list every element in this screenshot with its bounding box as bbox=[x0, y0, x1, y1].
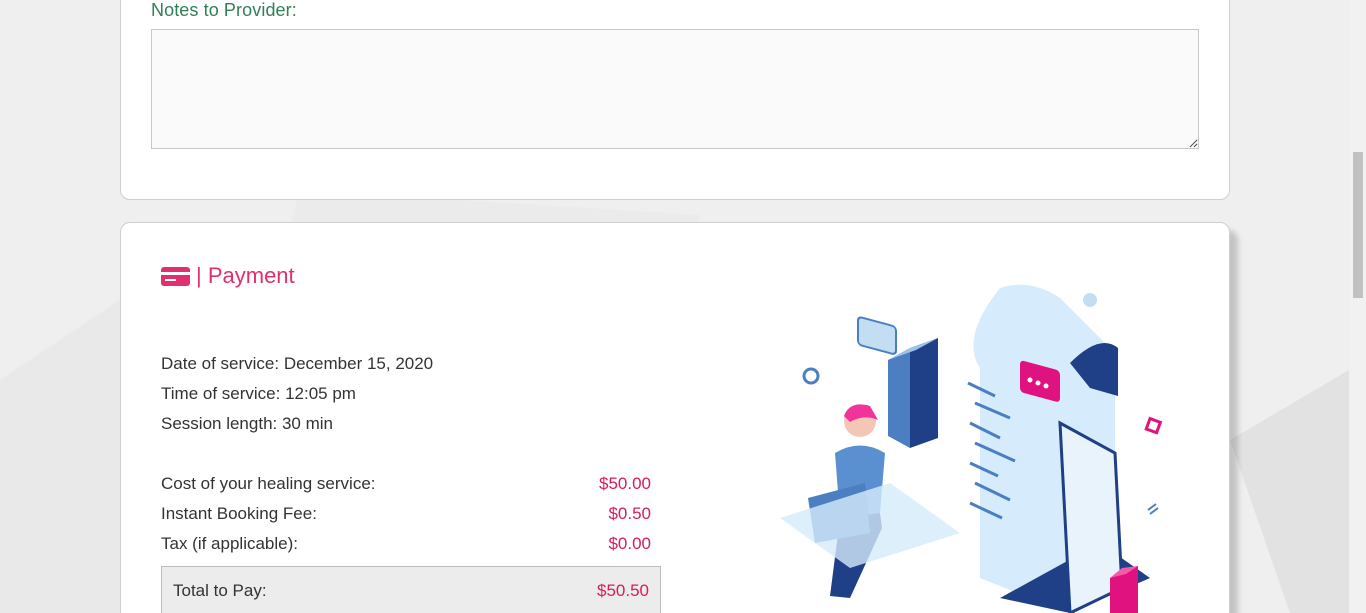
line-item-label: Instant Booking Fee: bbox=[161, 504, 317, 523]
total-amount: $50.50 bbox=[597, 581, 649, 600]
ring-icon bbox=[802, 367, 820, 385]
session-length: Session length: 30 min bbox=[161, 414, 333, 433]
notes-label: Notes to Provider: bbox=[151, 0, 297, 20]
notes-card: Notes to Provider: bbox=[120, 0, 1230, 200]
square-icon bbox=[1144, 416, 1163, 435]
zigzag-icon bbox=[1147, 503, 1159, 515]
line-item-cost: Cost of your healing service: $50.00 bbox=[161, 474, 651, 494]
scrollbar-thumb[interactable] bbox=[1353, 152, 1363, 298]
chat-bubble-icon bbox=[857, 316, 897, 355]
line-item-booking-fee: Instant Booking Fee: $0.50 bbox=[161, 504, 651, 524]
total-label: Total to Pay: bbox=[173, 581, 267, 600]
line-item-label: Tax (if applicable): bbox=[161, 534, 299, 553]
notes-textarea[interactable] bbox=[151, 29, 1199, 149]
date-of-service: Date of service: December 15, 2020 bbox=[161, 354, 434, 373]
dot-icon bbox=[1083, 293, 1097, 307]
line-item-label: Cost of your healing service: bbox=[161, 474, 376, 493]
total-to-pay: Total to Pay: $50.50 bbox=[161, 566, 661, 613]
line-item-amount: $0.50 bbox=[608, 504, 651, 523]
line-item-amount: $50.00 bbox=[599, 474, 651, 493]
payment-title: | Payment bbox=[196, 263, 295, 288]
credit-card-icon bbox=[161, 266, 190, 286]
line-item-amount: $0.00 bbox=[608, 534, 651, 553]
payment-illustration bbox=[780, 284, 1163, 613]
line-item-tax: Tax (if applicable): $0.00 bbox=[161, 534, 651, 554]
page-scrollbar[interactable] bbox=[1349, 0, 1366, 613]
floor-shadow bbox=[780, 483, 960, 568]
time-of-service: Time of service: 12:05 pm bbox=[161, 384, 356, 403]
resize-grip-icon[interactable] bbox=[1189, 139, 1198, 148]
payment-heading: | Payment bbox=[161, 263, 295, 289]
